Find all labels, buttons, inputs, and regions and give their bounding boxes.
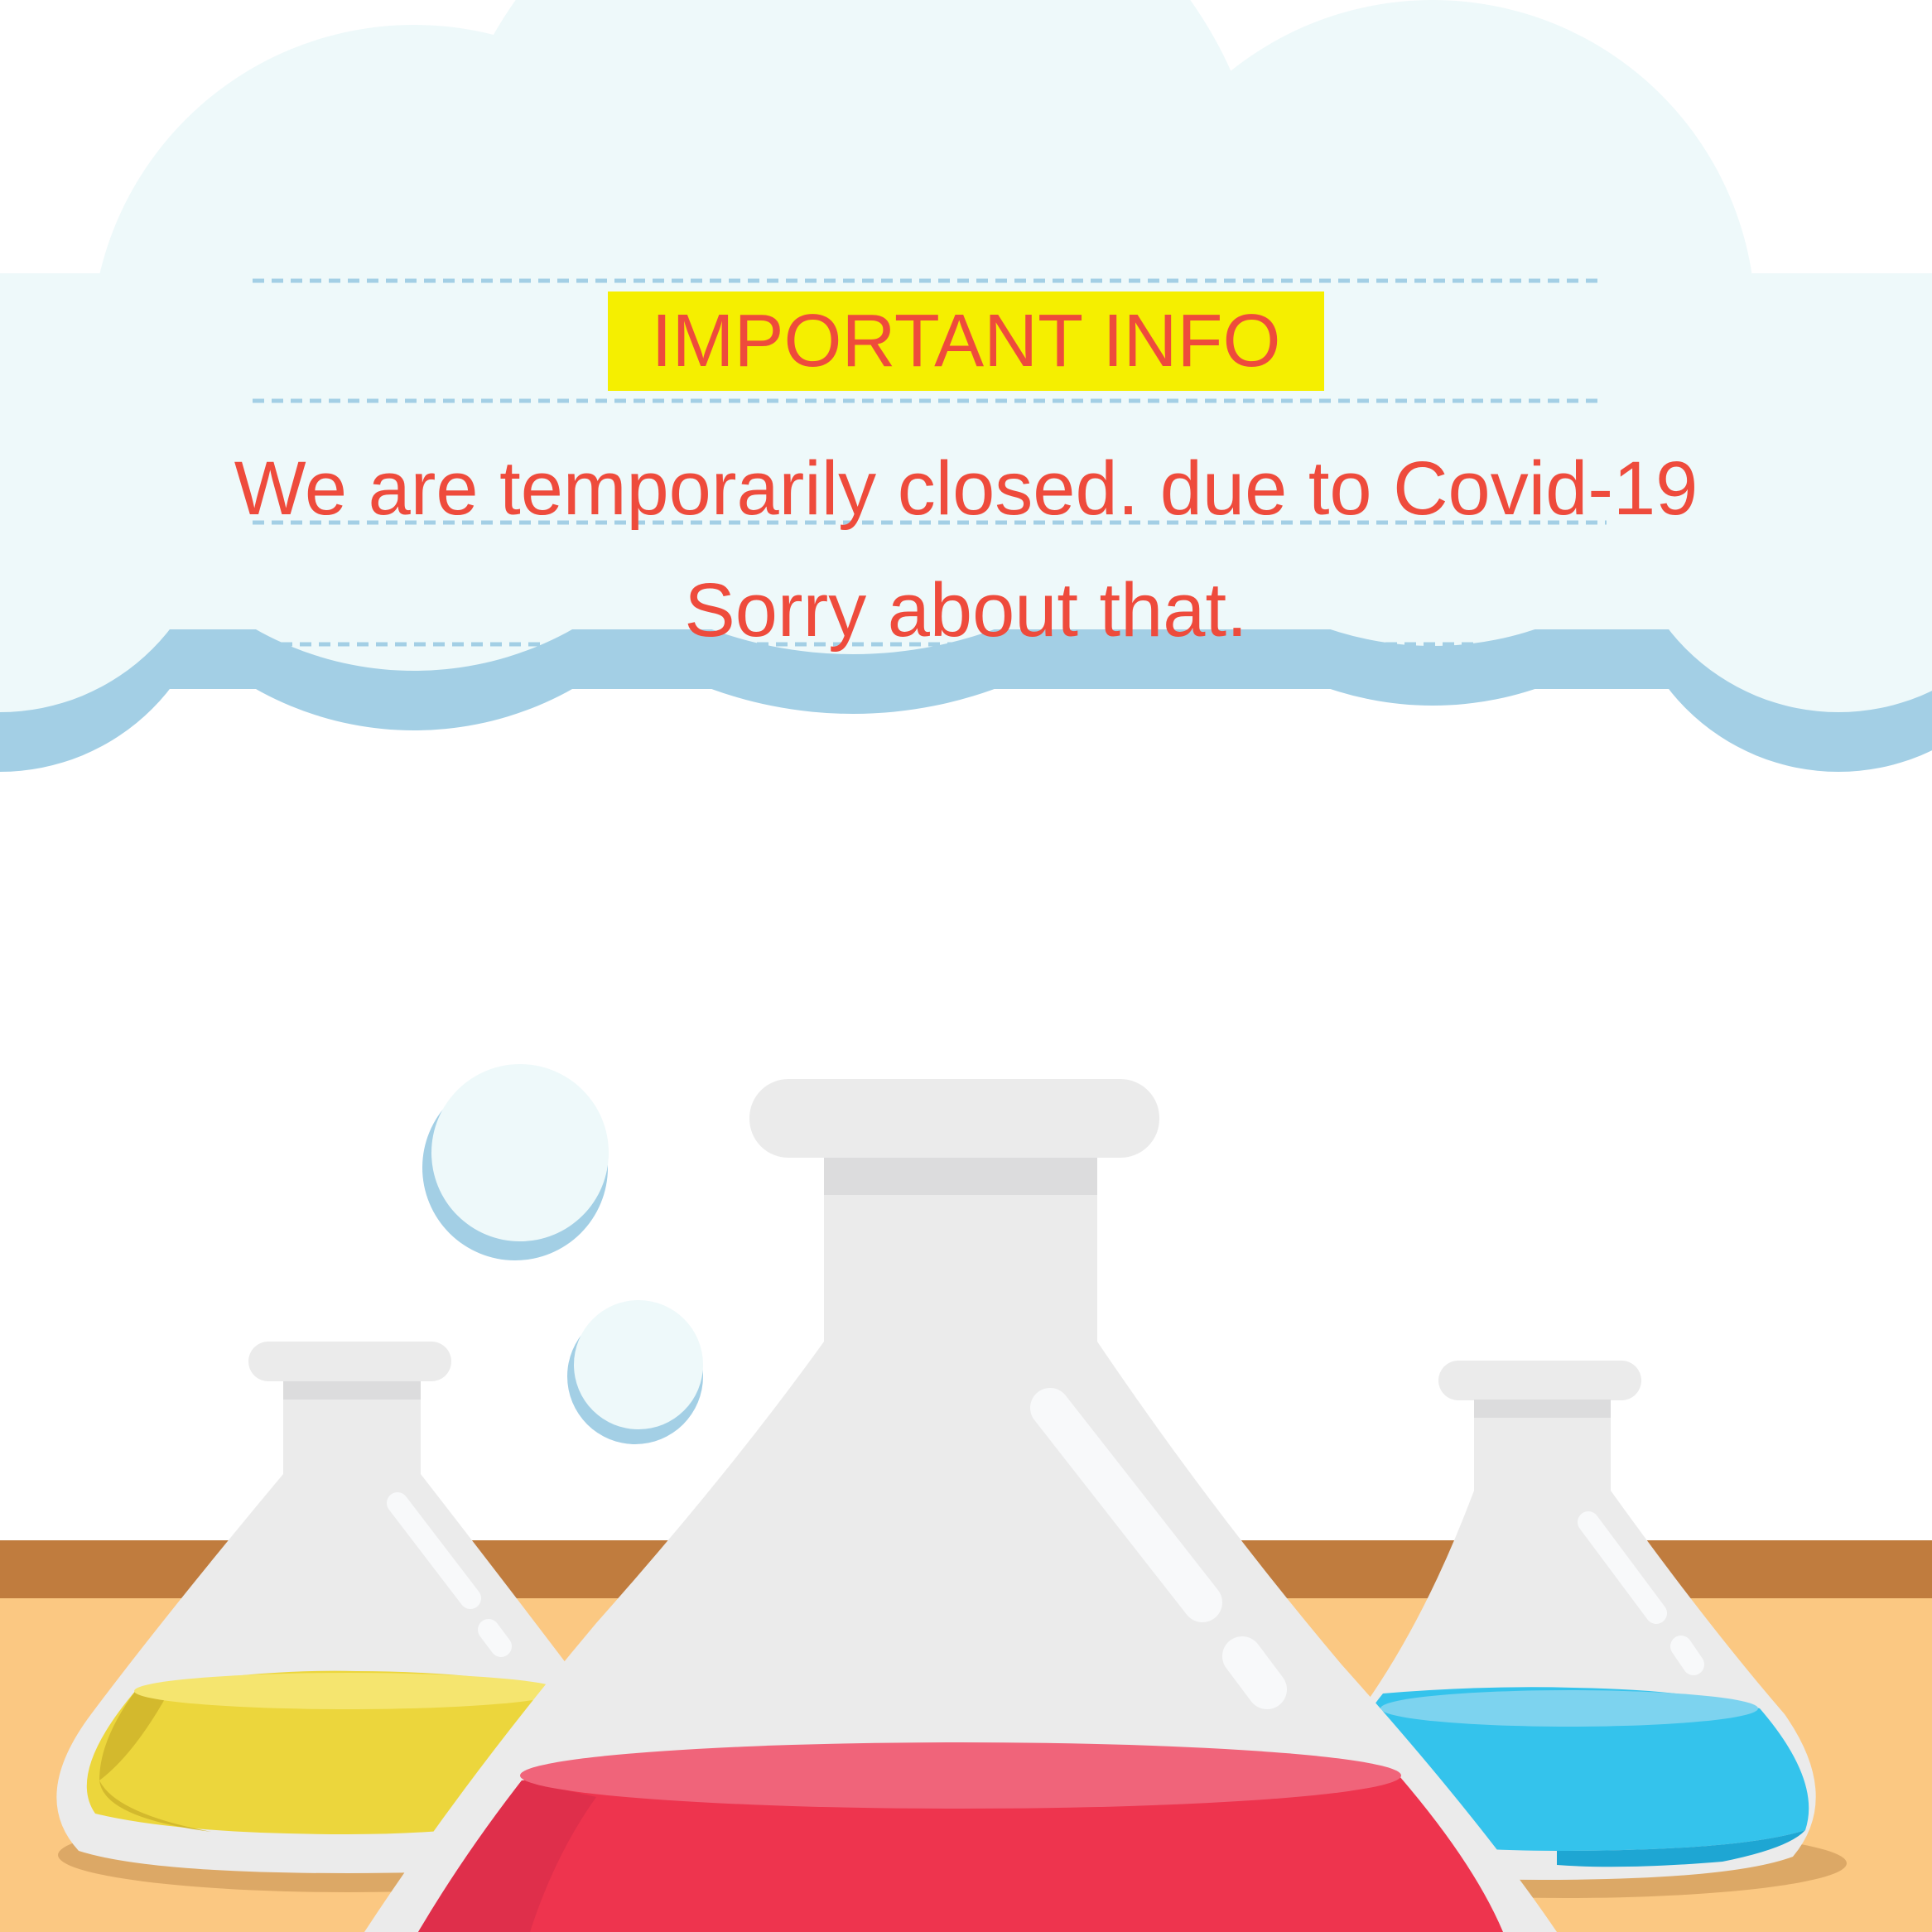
bubble-icon bbox=[422, 1064, 703, 1444]
apology-message: Sorry about that. bbox=[684, 568, 1248, 653]
closed-notice-poster: IMPORTANT INFO We are temporarily closed… bbox=[0, 0, 1932, 1932]
illustration bbox=[0, 0, 1932, 1932]
closure-message: We are temporarily closed. due to Covid-… bbox=[234, 446, 1698, 531]
important-info-heading: IMPORTANT INFO bbox=[608, 291, 1324, 391]
heading-row: IMPORTANT INFO bbox=[0, 291, 1932, 391]
